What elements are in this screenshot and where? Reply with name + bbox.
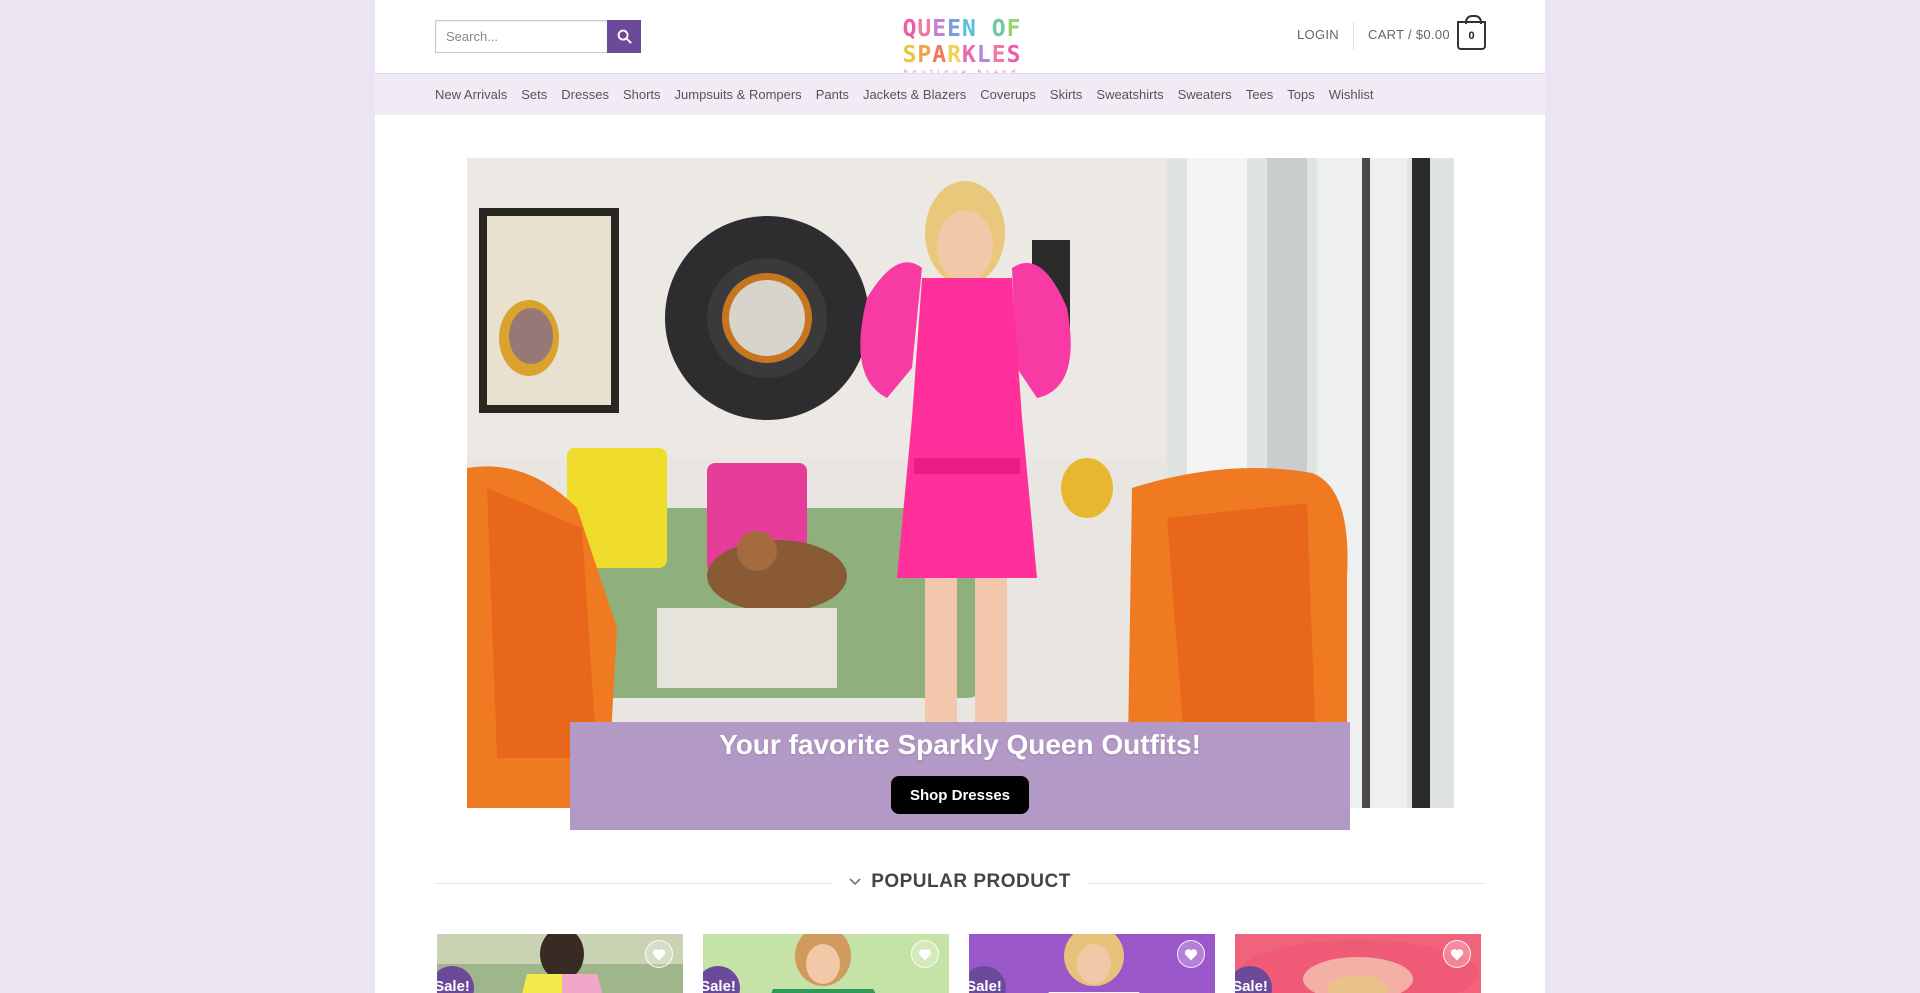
search-input[interactable] [435,20,607,53]
nav-item-jackets-blazers[interactable]: Jackets & Blazers [863,87,966,102]
product-card[interactable]: Sale! [437,934,683,993]
product-card[interactable]: Sale! [1235,934,1481,993]
site-logo[interactable]: QUEEN OF SPARKLES boutique brand [844,16,1080,76]
section-title-text: POPULAR PRODUCT [871,871,1071,892]
product-image [1235,934,1481,993]
heart-icon[interactable] [645,940,673,968]
hero-headline: Your favorite Sparkly Queen Outfits! [719,729,1201,760]
search-form [435,20,641,53]
nav-item-sets[interactable]: Sets [521,87,547,102]
divider-right [1088,883,1485,884]
hero-photo [467,158,1454,808]
section-title: POPULAR PRODUCT [835,871,1085,893]
nav-item-new-arrivals[interactable]: New Arrivals [435,87,507,102]
product-card[interactable]: Sale! [969,934,1215,993]
product-image [703,934,949,993]
product-grid: Sale! Sale! Sale! Sale! [437,934,1487,993]
search-button[interactable] [607,20,641,53]
shop-dresses-button[interactable]: Shop Dresses [891,776,1029,814]
hero-image[interactable] [467,158,1454,808]
page: QUEEN OF SPARKLES boutique brand LOGIN C… [375,0,1545,993]
nav-item-tees[interactable]: Tees [1246,87,1273,102]
cart-count: 0 [1468,29,1475,42]
header-divider [1353,22,1354,50]
nav-item-sweatshirts[interactable]: Sweatshirts [1096,87,1163,102]
nav-item-tops[interactable]: Tops [1287,87,1314,102]
search-icon [617,29,632,44]
divider-left [435,883,832,884]
heart-icon[interactable] [1177,940,1205,968]
logo-text: QUEEN OF SPARKLES [902,16,1022,68]
heart-icon[interactable] [1443,940,1471,968]
product-image [437,934,683,993]
main-nav: New Arrivals Sets Dresses Shorts Jumpsui… [375,73,1545,115]
login-link[interactable]: LOGIN [1297,27,1339,42]
header: QUEEN OF SPARKLES boutique brand LOGIN C… [375,0,1545,76]
nav-item-shorts[interactable]: Shorts [623,87,661,102]
nav-item-coverups[interactable]: Coverups [980,87,1036,102]
nav-item-wishlist[interactable]: Wishlist [1329,87,1374,102]
heart-icon[interactable] [911,940,939,968]
nav-item-dresses[interactable]: Dresses [561,87,609,102]
product-card[interactable]: Sale! [703,934,949,993]
nav-item-jumpsuits-rompers[interactable]: Jumpsuits & Rompers [675,87,802,102]
popular-section-header: POPULAR PRODUCT [435,868,1485,898]
chevron-down-icon [849,878,861,886]
cart-link[interactable]: CART / $0.00 [1368,27,1450,42]
product-image [969,934,1215,993]
nav-item-sweaters[interactable]: Sweaters [1178,87,1232,102]
nav-item-skirts[interactable]: Skirts [1050,87,1083,102]
nav-item-pants[interactable]: Pants [816,87,849,102]
cart-bag-icon[interactable]: 0 [1457,15,1486,50]
hero-banner: Your favorite Sparkly Queen Outfits! Sho… [570,722,1350,830]
